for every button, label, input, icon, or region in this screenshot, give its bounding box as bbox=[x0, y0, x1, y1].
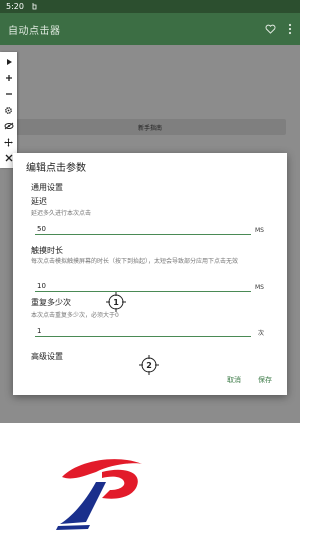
delay-desc: 延迟多久进行本次点击 bbox=[31, 210, 92, 217]
click-point-marker-1[interactable]: 1 bbox=[106, 292, 126, 312]
add-icon[interactable] bbox=[2, 71, 16, 85]
touch-hand-icon bbox=[30, 2, 38, 12]
status-bar: 5:20 bbox=[0, 0, 300, 13]
touch-duration-title: 触摸时长 bbox=[31, 246, 63, 255]
touch-duration-desc: 每次点击模拟触摸屏幕的时长（按下到抬起），太短会导致部分应用下点击无效 bbox=[31, 258, 239, 265]
touch-duration-unit: MS bbox=[255, 284, 264, 291]
settings-icon[interactable] bbox=[2, 103, 16, 117]
delay-input[interactable]: 50 bbox=[35, 223, 251, 235]
menu-dots-icon[interactable] bbox=[288, 23, 292, 35]
repeat-unit: 次 bbox=[258, 330, 265, 337]
status-time: 5:20 bbox=[6, 2, 24, 11]
click-point-marker-2[interactable]: 2 bbox=[139, 355, 159, 375]
move-icon[interactable] bbox=[2, 135, 16, 149]
repeat-title: 重复多少次 bbox=[31, 298, 71, 307]
marker-2-label: 2 bbox=[146, 360, 152, 370]
brand-logo bbox=[50, 450, 150, 533]
delay-unit: MS bbox=[255, 227, 264, 234]
heart-icon[interactable] bbox=[265, 24, 276, 34]
touch-duration-input[interactable]: 10 bbox=[35, 280, 251, 292]
save-button[interactable]: 保存 bbox=[258, 375, 272, 385]
app-bar: 自动点击器 bbox=[0, 13, 300, 45]
floating-toolbar bbox=[0, 52, 17, 168]
marker-1-label: 1 bbox=[113, 297, 119, 307]
hide-icon[interactable] bbox=[2, 119, 16, 133]
app-title: 自动点击器 bbox=[8, 25, 61, 37]
cancel-button[interactable]: 取消 bbox=[227, 375, 241, 385]
delay-title: 延迟 bbox=[31, 197, 47, 206]
remove-icon[interactable] bbox=[2, 87, 16, 101]
section-general-title: 通用设置 bbox=[31, 183, 63, 192]
repeat-desc: 本次点击重复多少次，必须大于0 bbox=[31, 312, 119, 319]
section-advanced-title[interactable]: 高级设置 bbox=[31, 351, 63, 362]
dialog-title: 编辑点击参数 bbox=[26, 163, 86, 174]
play-icon[interactable] bbox=[2, 55, 16, 69]
repeat-input[interactable]: 1 bbox=[35, 325, 251, 337]
